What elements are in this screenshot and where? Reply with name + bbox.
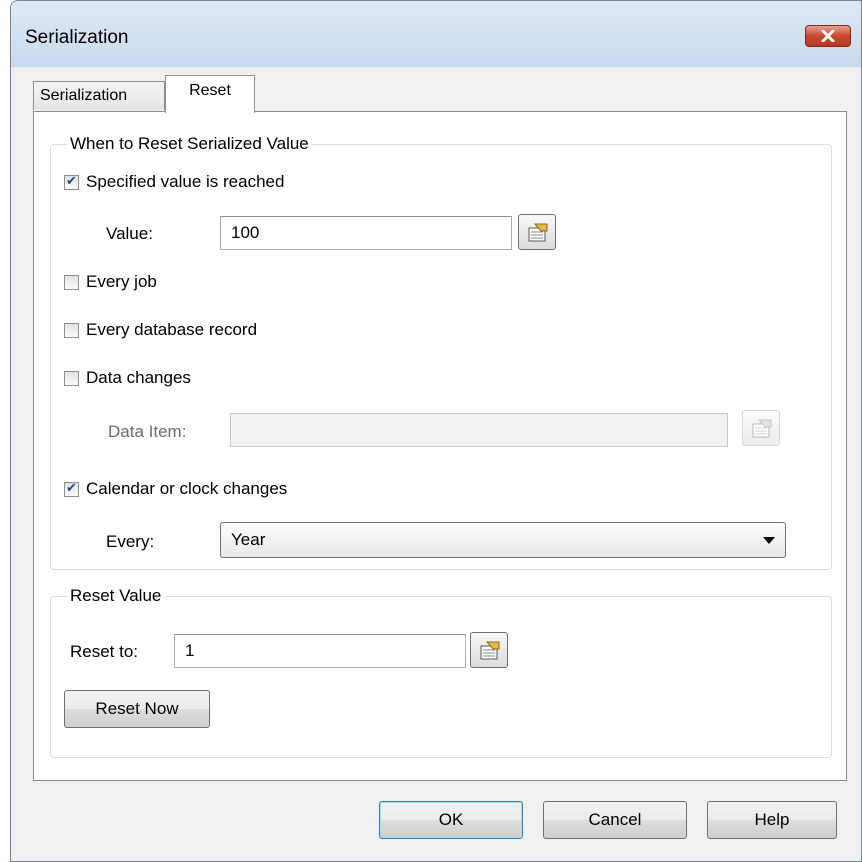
reset-to-browse-button[interactable] [470,632,508,668]
reset-to-input[interactable]: 1 [174,634,466,668]
calendar-changes-checkbox-row[interactable]: Calendar or clock changes [64,479,287,499]
data-source-icon [752,419,772,438]
calendar-changes-label: Calendar or clock changes [86,479,288,498]
tab-serialization[interactable]: Serialization [33,81,165,110]
specified-value-checkbox[interactable] [64,173,79,190]
group-legend: When to Reset Serialized Value [70,134,309,153]
cancel-button[interactable]: Cancel [543,801,687,839]
every-job-label: Every job [86,272,157,291]
data-item-input[interactable] [230,413,728,447]
every-selected-value: Year [231,530,266,549]
data-item-row: Data Item: [108,422,186,442]
every-job-checkbox-row[interactable]: Every job [64,272,157,292]
data-source-icon [480,641,500,660]
reset-to-label: Reset to: [70,642,139,661]
specified-value-label: Specified value is reached [86,172,285,191]
every-db-record-checkbox-row[interactable]: Every database record [64,320,257,340]
value-browse-button[interactable] [518,214,556,250]
when-to-reset-group: When to Reset Serialized Value [50,134,832,570]
reset-to-row: Reset to: [70,642,138,662]
value-row: Value: [106,224,153,244]
data-source-icon [528,223,548,242]
data-item-label: Data Item: [108,422,187,441]
data-changes-checkbox-row[interactable]: Data changes [64,368,191,388]
value-input[interactable]: 100 [220,216,512,250]
tab-reset[interactable]: Reset [165,75,255,113]
specified-value-checkbox-row[interactable]: Specified value is reached [64,172,284,192]
group-legend: Reset Value [70,586,162,605]
chevron-down-icon [763,537,775,544]
every-row: Every: [106,532,154,552]
close-button[interactable] [805,25,851,47]
title-bar[interactable]: Serialization [11,1,861,67]
every-db-record-checkbox[interactable] [64,322,79,338]
every-job-checkbox[interactable] [64,274,79,290]
window-title: Serialization [25,27,129,48]
ok-button[interactable]: OK [379,801,523,839]
reset-tab-panel: When to Reset Serialized Value Specified… [33,111,847,781]
data-changes-checkbox[interactable] [64,370,79,386]
help-button[interactable]: Help [707,801,837,839]
calendar-changes-checkbox[interactable] [64,480,79,497]
data-changes-label: Data changes [86,368,191,387]
value-label: Value: [106,224,153,243]
reset-value-group: Reset Value [50,586,832,758]
reset-now-button[interactable]: Reset Now [64,690,210,728]
every-label: Every: [106,532,155,551]
dialog-window: Serialization Serialization Reset When t… [10,0,862,862]
data-item-browse-button[interactable] [742,410,780,446]
every-select[interactable]: Year [220,522,786,558]
every-db-record-label: Every database record [86,320,258,339]
close-icon [821,30,835,42]
dialog-client: Serialization Reset When to Reset Serial… [11,67,861,861]
